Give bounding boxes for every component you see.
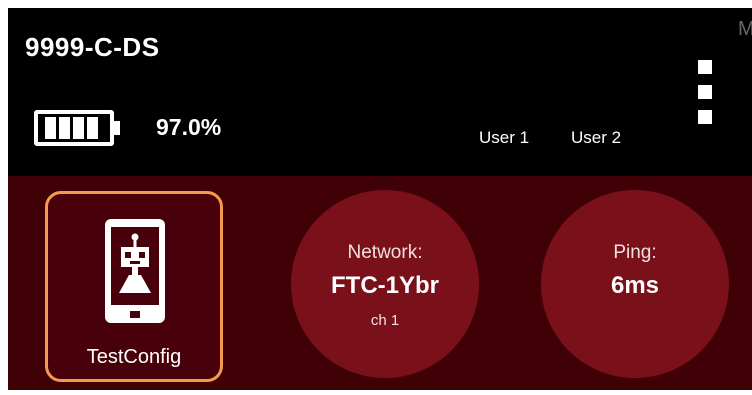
user-1-label[interactable]: User 1 xyxy=(479,128,529,148)
driver-station-screen: 9999-C-DS M 97.0% User 1 User 2 TestConf… xyxy=(8,8,752,390)
config-name: TestConfig xyxy=(86,346,182,368)
ping-label: Ping: xyxy=(613,242,657,263)
robot-phone-icon xyxy=(105,219,165,323)
battery-icon xyxy=(34,110,120,146)
status-strip: TestConfig Network: FTC-1Ybr ch 1 Ping: … xyxy=(8,176,752,390)
more-vert-icon[interactable] xyxy=(691,56,721,128)
ping-value: 6ms xyxy=(610,272,660,299)
header-bar: 9999-C-DS M 97.0% User 1 User 2 xyxy=(8,8,752,176)
user-2-label[interactable]: User 2 xyxy=(571,128,621,148)
network-status[interactable]: Network: FTC-1Ybr ch 1 xyxy=(291,190,479,378)
config-button[interactable]: TestConfig xyxy=(45,191,223,382)
network-name: FTC-1Ybr xyxy=(331,272,439,299)
network-channel: ch 1 xyxy=(370,312,400,329)
ping-status: Ping: 6ms xyxy=(541,190,729,378)
corner-text: M xyxy=(738,18,752,40)
team-name: 9999-C-DS xyxy=(25,32,160,62)
network-label: Network: xyxy=(347,242,423,263)
battery-percent: 97.0% xyxy=(156,114,222,140)
